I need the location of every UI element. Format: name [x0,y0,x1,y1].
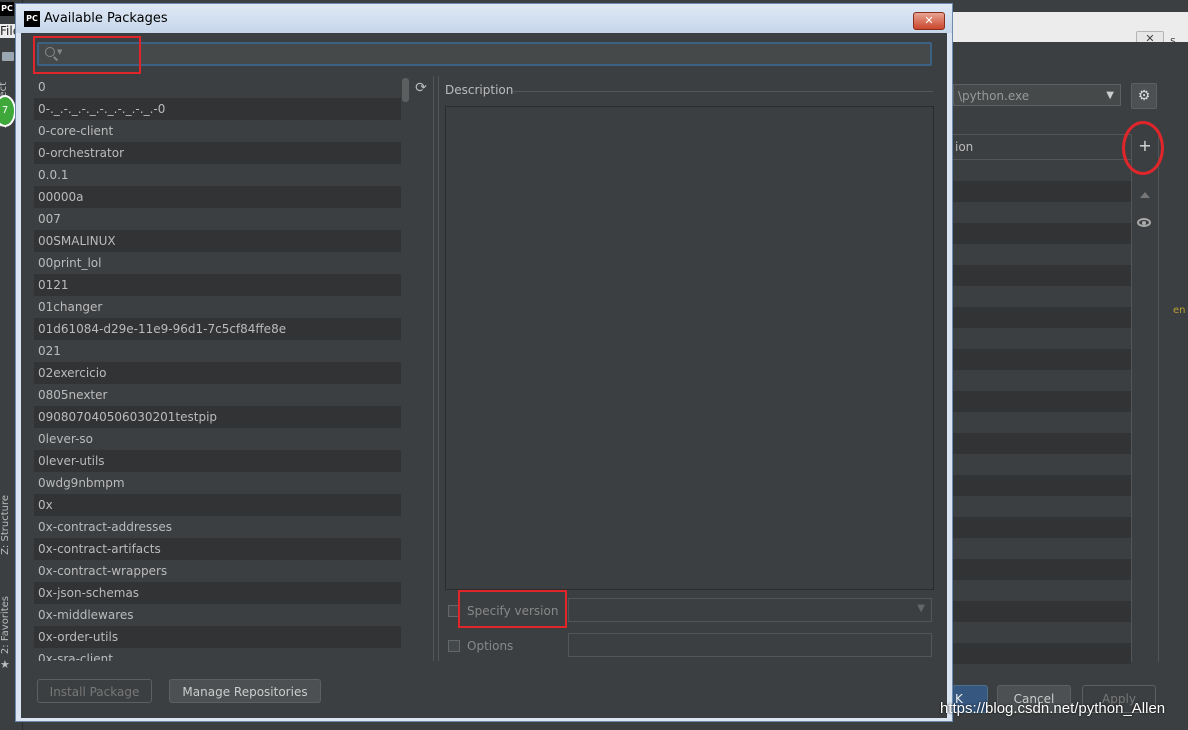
table-rows [953,160,1131,664]
pycharm-logo-icon: PC [0,2,14,16]
package-list-item[interactable]: 0x-contract-artifacts [34,538,409,560]
gear-icon[interactable]: ⚙ [1131,83,1157,109]
pycharm-app-icon: PC [24,11,40,27]
description-label: Description [445,83,514,97]
package-list-item[interactable]: 0wdg9nbmpm [34,472,409,494]
structure-tool-tab[interactable]: Z: Structure [0,495,14,555]
options-checkbox[interactable] [448,640,460,652]
package-list-item[interactable]: 02exercicio [34,362,409,384]
eye-icon[interactable] [1137,218,1151,227]
options-input[interactable] [568,633,932,657]
installed-packages-table: ion [953,134,1131,664]
description-pane [445,106,934,590]
package-list-item[interactable]: 0805nexter [34,384,409,406]
folder-icon [2,52,14,61]
package-list-item[interactable]: 01d61084-d29e-11e9-96d1-7c5cf84ffe8e [34,318,409,340]
package-list-item[interactable]: 0.0.1 [34,164,409,186]
search-input[interactable]: ▼ [37,42,932,66]
manage-repositories-button[interactable]: Manage Repositories [169,679,321,703]
highlight-add-button-circle [1122,121,1164,175]
favorites-tool-tab[interactable]: 2: Favorites [0,596,14,654]
package-list-item[interactable]: 0x-contract-addresses [34,516,409,538]
package-list-item[interactable]: 0lever-so [34,428,409,450]
dialog-title: Available Packages [44,11,168,26]
upgrade-arrow-icon[interactable] [1140,192,1150,198]
package-list-item[interactable]: 0x-order-utils [34,626,409,648]
dialog-close-button[interactable]: ✕ [913,12,945,30]
package-list-item[interactable]: 0-._.-._.-._.-._.-._.-._.-0 [34,98,409,120]
options-label: Options [467,639,514,653]
settings-titlebar: ✕ s [953,12,1188,47]
scrollbar-thumb[interactable] [402,78,409,102]
package-list-item[interactable]: 00print_lol [34,252,409,274]
package-list-item[interactable]: 0 [34,76,409,98]
version-select[interactable]: ▼ [568,598,932,622]
available-packages-list[interactable]: 0 0-._.-._.-._.-._.-._.-._.-0 0-core-clien… [34,76,409,661]
chevron-down-icon: ▼ [1106,90,1114,101]
package-list-item[interactable]: 0x-contract-wrappers [34,560,409,582]
package-list-item[interactable]: 090807040506030201testpip [34,406,409,428]
package-side-toolbar: + [1131,134,1159,662]
table-header-version: ion [953,135,1131,160]
package-list-item[interactable]: 007 [34,208,409,230]
highlight-search-box [33,36,141,74]
settings-toolbar [953,42,1188,72]
package-list-item[interactable]: 0x-middlewares [34,604,409,626]
dialog-body: ▼ 0 0-._.-._.-._.-._.-._.-._.-0 0-core-cli… [21,33,947,718]
panel-splitter[interactable] [433,76,439,661]
settings-window: ✕ s \python.exe ▼ ⚙ ion + en [953,0,1188,730]
available-packages-dialog: PC Available Packages ✕ ▼ 0 0-._.-._.-._.… [15,3,953,722]
package-list-item[interactable]: 0x [34,494,409,516]
highlight-specify-version [458,590,567,628]
description-divider [513,91,933,92]
watermark: https://blog.csdn.net/python_Allen [940,700,1166,717]
dialog-titlebar: PC Available Packages ✕ [16,4,952,33]
refresh-icon[interactable]: ⟳ [413,80,429,96]
package-list-item[interactable]: 0-orchestrator [34,142,409,164]
package-list-item[interactable]: 01changer [34,296,409,318]
package-list-item[interactable]: 0lever-utils [34,450,409,472]
package-list-item[interactable]: 0x-json-schemas [34,582,409,604]
package-list-item[interactable]: 0x-sra-client [34,648,409,661]
list-scrollbar[interactable] [401,76,410,661]
install-package-button[interactable]: Install Package [37,679,152,703]
star-icon: ★ [0,658,10,671]
right-edge-text: en [1173,305,1186,316]
package-list-item[interactable]: 0-core-client [34,120,409,142]
package-list-item[interactable]: 021 [34,340,409,362]
interpreter-select[interactable]: \python.exe ▼ [953,84,1121,106]
interpreter-value: \python.exe [958,89,1030,103]
package-list-item[interactable]: 0121 [34,274,409,296]
chevron-down-icon: ▼ [917,603,925,614]
package-list-item[interactable]: 00SMALINUX [34,230,409,252]
package-list-item[interactable]: 00000a [34,186,409,208]
